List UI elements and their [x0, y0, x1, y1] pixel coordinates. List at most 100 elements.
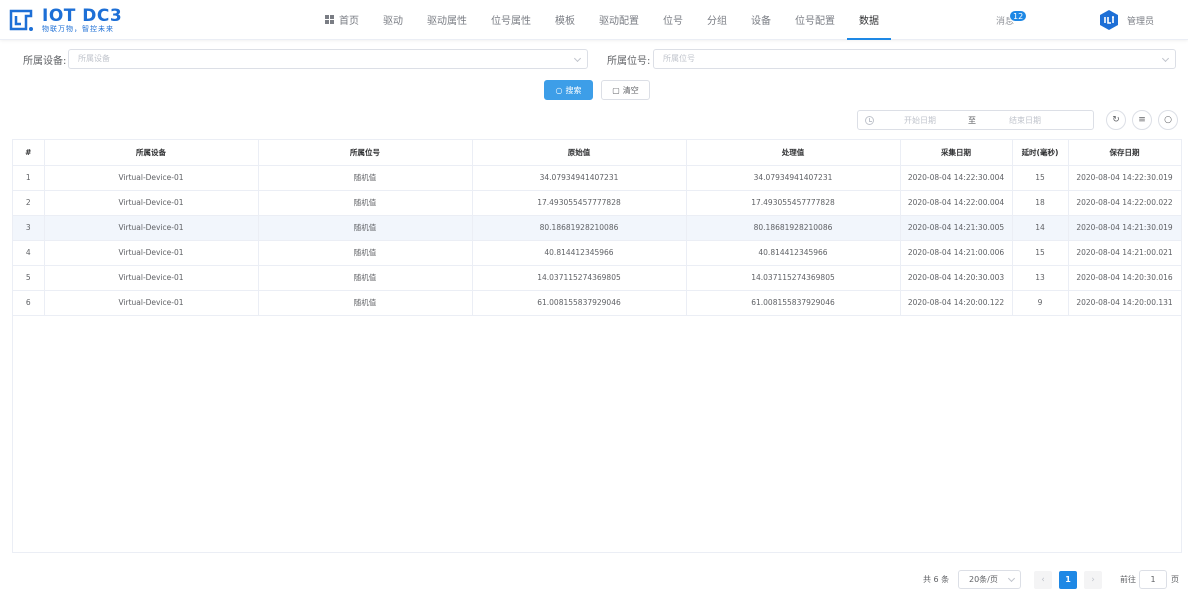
- table-cell: 2020-08-04 14:21:30.005: [900, 215, 1013, 241]
- table-cell: 2020-08-04 14:22:30.004: [900, 165, 1013, 191]
- table-row[interactable]: 2 Virtual-Device-01 随机值 17.4930554577778…: [13, 190, 1182, 216]
- goto-label: 前往: [1120, 575, 1136, 584]
- table-row[interactable]: 6 Virtual-Device-01 随机值 61.0081558379290…: [13, 290, 1182, 316]
- chevron-down-icon: [1007, 574, 1016, 583]
- table-row[interactable]: 1 Virtual-Device-01 随机值 34.0793494140723…: [13, 165, 1182, 191]
- table-cell: Virtual-Device-01: [44, 240, 259, 266]
- nav-driver-config[interactable]: 驱动配置: [587, 0, 651, 40]
- chevron-down-icon: [1161, 54, 1170, 63]
- brand-title: IOT DC3: [42, 5, 123, 26]
- column-header: 处理值: [686, 140, 901, 166]
- goto-page-suffix: 页: [1171, 575, 1179, 584]
- table-cell: 4: [13, 240, 45, 266]
- page-size-value: 20条/页: [969, 575, 998, 584]
- table-cell: 17.493055457777828: [686, 190, 901, 216]
- refresh-button[interactable]: ↻: [1106, 110, 1126, 130]
- table-cell: 15: [1012, 165, 1069, 191]
- table-cell: 2020-08-04 14:22:00.004: [900, 190, 1013, 216]
- table-cell: 14: [1012, 215, 1069, 241]
- table-cell: 2020-08-04 14:20:30.016: [1068, 265, 1182, 291]
- nav-label: 位号: [663, 15, 683, 27]
- table-cell: 2020-08-04 14:22:30.019: [1068, 165, 1182, 191]
- chevron-down-icon: [573, 54, 582, 63]
- date-range-picker[interactable]: 开始日期 至 结束日期: [857, 110, 1094, 130]
- table-cell: 2020-08-04 14:20:00.131: [1068, 290, 1182, 316]
- nav-device[interactable]: 设备: [739, 0, 783, 40]
- data-table: # 所属设备 所属位号 原始值 处理值 采集日期 延时(毫秒) 保存日期 1 V…: [12, 139, 1182, 553]
- table-cell: 40.814412345966: [472, 240, 687, 266]
- table-row-highlighted[interactable]: 3 Virtual-Device-01 随机值 80.1868192821008…: [13, 215, 1182, 241]
- brand-logo[interactable]: IOT DC3 物联万物，智控未来: [8, 4, 122, 36]
- column-header: 采集日期: [900, 140, 1013, 166]
- search-button-label: 搜索: [565, 85, 582, 95]
- date-range-separator: 至: [968, 116, 976, 125]
- table-cell: 14.037115274369805: [472, 265, 687, 291]
- nav-point-config[interactable]: 位号配置: [783, 0, 847, 40]
- table-cell: 34.07934941407231: [686, 165, 901, 191]
- search-icon: ○: [1164, 115, 1172, 125]
- device-filter-label: 所属设备:: [23, 56, 67, 67]
- clock-icon: [865, 116, 874, 125]
- point-select[interactable]: 所属位号: [653, 49, 1176, 69]
- logo-icon: [9, 9, 33, 31]
- device-select[interactable]: 所属设备: [68, 49, 588, 69]
- nav-group[interactable]: 分组: [695, 0, 739, 40]
- table-cell: Virtual-Device-01: [44, 190, 259, 216]
- table-cell: 2020-08-04 14:21:30.019: [1068, 215, 1182, 241]
- nav-data[interactable]: 数据: [847, 0, 891, 40]
- table-cell: 15: [1012, 240, 1069, 266]
- device-select-placeholder: 所属设备: [78, 54, 110, 63]
- nav-point[interactable]: 位号: [651, 0, 695, 40]
- nav-point-attribute[interactable]: 位号属性: [479, 0, 543, 40]
- user-menu[interactable]: 管理员: [1098, 9, 1154, 31]
- page-size-select[interactable]: 20条/页: [958, 570, 1021, 589]
- main-nav: 首页 驱动 驱动属性 位号属性 模板 驱动配置 位号 分组 设备 位号配置 数据: [313, 0, 891, 40]
- top-header: IOT DC3 物联万物，智控未来 首页 驱动 驱动属性 位号属性 模板 驱动配…: [0, 0, 1188, 40]
- start-date-input[interactable]: 开始日期: [904, 115, 936, 126]
- nav-label: 首页: [339, 15, 359, 27]
- next-page-button[interactable]: ›: [1084, 571, 1102, 589]
- search-icon: ○: [555, 85, 563, 95]
- point-select-placeholder: 所属位号: [663, 54, 695, 63]
- table-cell: 随机值: [258, 265, 473, 291]
- table-cell: 40.814412345966: [686, 240, 901, 266]
- prev-page-button[interactable]: ‹: [1034, 571, 1052, 589]
- page-number-current[interactable]: 1: [1059, 571, 1077, 589]
- nav-label: 位号配置: [795, 15, 835, 27]
- table-cell: 13: [1012, 265, 1069, 291]
- nav-label: 位号属性: [491, 15, 531, 27]
- brand-subtitle: 物联万物，智控未来: [42, 24, 114, 33]
- table-cell: 随机值: [258, 215, 473, 241]
- end-date-input[interactable]: 结束日期: [1009, 115, 1041, 126]
- search-toggle-button[interactable]: ○: [1158, 110, 1178, 130]
- search-button[interactable]: ○ 搜索: [544, 80, 593, 100]
- table-cell: 14.037115274369805: [686, 265, 901, 291]
- nav-label: 分组: [707, 15, 727, 27]
- user-avatar-icon: [1100, 10, 1118, 30]
- table-cell: 2020-08-04 14:22:00.022: [1068, 190, 1182, 216]
- table-cell: 随机值: [258, 190, 473, 216]
- nav-label: 数据: [859, 15, 879, 27]
- table-cell: 随机值: [258, 240, 473, 266]
- nav-driver[interactable]: 驱动: [371, 0, 415, 40]
- clear-button[interactable]: ▢ 清空: [601, 80, 650, 100]
- table-cell: 18: [1012, 190, 1069, 216]
- column-header: 保存日期: [1068, 140, 1182, 166]
- chevron-right-icon: ›: [1091, 575, 1095, 585]
- table-cell: Virtual-Device-01: [44, 290, 259, 316]
- table-cell: Virtual-Device-01: [44, 165, 259, 191]
- table-cell: 1: [13, 165, 45, 191]
- nav-driver-attribute[interactable]: 驱动属性: [415, 0, 479, 40]
- table-cell: 6: [13, 290, 45, 316]
- table-cell: 随机值: [258, 290, 473, 316]
- goto-page-input[interactable]: 1: [1139, 570, 1167, 589]
- nav-home[interactable]: 首页: [313, 0, 371, 40]
- table-row[interactable]: 4 Virtual-Device-01 随机值 40.814412345966 …: [13, 240, 1182, 266]
- pagination: 共 6 条 20条/页 ‹ 1 › 前往 1 页: [0, 570, 1188, 590]
- filter-icon: ≡: [1138, 115, 1146, 125]
- nav-template[interactable]: 模板: [543, 0, 587, 40]
- table-row[interactable]: 5 Virtual-Device-01 随机值 14.0371152743698…: [13, 265, 1182, 291]
- table-cell: 17.493055457777828: [472, 190, 687, 216]
- point-filter-label: 所属位号:: [607, 56, 651, 67]
- filter-button[interactable]: ≡: [1132, 110, 1152, 130]
